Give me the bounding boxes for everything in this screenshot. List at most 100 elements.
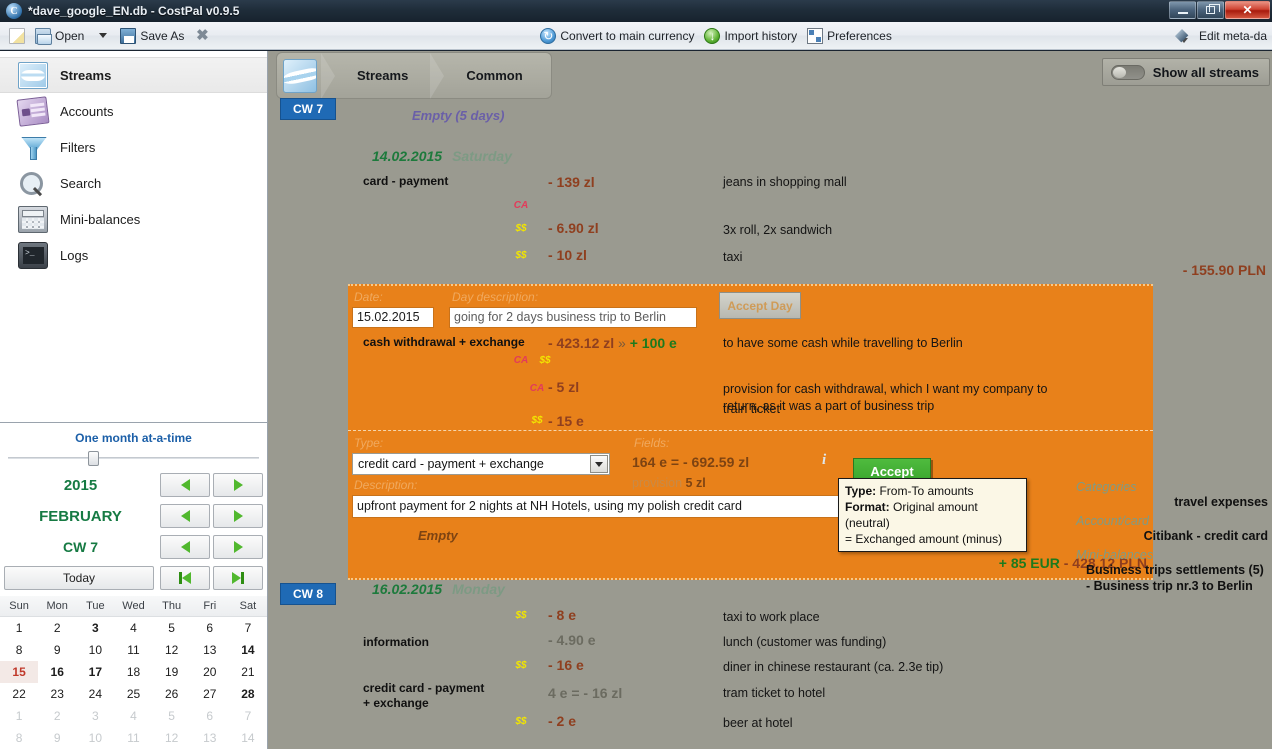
type-select[interactable]: credit card - payment + exchange [352,453,610,475]
sidebar-item-filters[interactable]: Filters [0,129,267,165]
calendar-day-cell[interactable]: 23 [38,683,76,705]
calendar-day-cell[interactable]: 27 [191,683,229,705]
calendar-day-cell: 3 [92,709,99,723]
calendar-day-cell[interactable]: 7 [229,617,267,639]
calendar-day-cell[interactable]: 14 [229,639,267,661]
day-edit-panel: Date: 15.02.2015 Day description: going … [348,284,1153,580]
date-input[interactable]: 15.02.2015 [352,307,434,328]
year-next-button[interactable] [213,473,263,497]
edit-metadata-label: Edit meta-da [1198,28,1267,43]
week-prev-button[interactable] [160,535,210,559]
accept-day-button[interactable]: Accept Day [719,292,801,319]
calendar-day-cell[interactable]: 20 [191,661,229,683]
granularity-slider[interactable] [8,451,259,466]
table-row[interactable]: $$ - 6.90 zl 3x roll, 2x sandwich [268,220,1272,247]
table-row[interactable]: CA $$ [348,355,1153,379]
sidebar-item-search[interactable]: Search [0,165,267,201]
maximize-button[interactable] [1197,1,1224,19]
show-all-streams-toggle[interactable]: Show all streams [1101,58,1270,86]
table-row[interactable]: cash withdrawal + exchange - 423.12 zl »… [348,335,1153,357]
calendar-day-cell[interactable]: 17 [76,661,114,683]
open-button[interactable]: Open [30,24,89,48]
convert-currency-button[interactable]: Convert to main currency [535,24,699,48]
info-icon[interactable]: i [822,452,826,469]
today-button[interactable]: Today [4,566,154,590]
description-input[interactable]: upfront payment for 2 nights at NH Hotel… [352,495,844,518]
app-icon: C [6,3,22,19]
calendar-day-cell: 13 [203,731,217,745]
jump-first-button[interactable] [160,566,210,590]
calendar-day-cell[interactable]: 16 [38,661,76,683]
calendar-day-cell[interactable]: 19 [153,661,191,683]
year-value: 2015 [63,476,98,494]
sidebar-item-logs[interactable]: Logs [0,237,267,273]
month-prev-button[interactable] [160,504,210,528]
table-row[interactable]: card - payment - 139 zl jeans in shoppin… [268,174,1272,204]
table-row[interactable]: credit card - payment + exchange 4 e = -… [268,681,1272,713]
day-description-input[interactable]: going for 2 days business trip to Berlin [449,307,697,328]
calendar-day-cell[interactable]: 3 [76,617,114,639]
calendar-day-cell[interactable]: 1 [0,617,38,639]
table-row[interactable]: CA [268,200,1272,220]
calendar-day-cell[interactable]: 4 [114,617,152,639]
week-badge-cw7[interactable]: CW 7 [280,98,336,120]
account-card-value[interactable]: Citibank - credit card [1072,528,1272,544]
calendar-day-cell[interactable]: 24 [76,683,114,705]
calendar-day-cell[interactable]: 9 [38,639,76,661]
table-row[interactable]: $$ - 10 zl taxi [268,247,1272,274]
table-row[interactable]: $$ - 2 e beer at hotel [268,713,1272,737]
calendar-day-cell[interactable]: 15 [0,661,39,683]
calendar-day-cell[interactable]: 8 [0,639,38,661]
close-button[interactable]: ✕ [1225,1,1270,19]
open-dropdown-button[interactable] [89,24,115,48]
calendar-day-cell[interactable]: 13 [191,639,229,661]
chevron-down-icon[interactable] [590,455,608,473]
save-as-button[interactable]: Save As [115,24,189,48]
weekday-tue: Tue [76,596,115,617]
table-row[interactable]: $$ - 16 e diner in chinese restaurant (c… [268,657,1272,681]
arrow-left-icon [180,479,190,491]
calendar-day-cell[interactable]: 2 [38,617,76,639]
edit-metadata-button[interactable]: Edit meta-da [1174,24,1272,48]
jump-last-button[interactable] [213,566,263,590]
calendar-day-cell[interactable]: 5 [153,617,191,639]
import-history-button[interactable]: Import history [699,24,802,48]
table-row[interactable]: information - 4.90 e lunch (customer was… [268,632,1272,657]
calendar-day-cell[interactable]: 11 [114,639,152,661]
week-stepper-row: CW 7 [4,533,263,561]
calendar-day-cell[interactable]: 10 [76,639,114,661]
week-badge-cw8[interactable]: CW 8 [280,583,336,605]
new-file-button[interactable] [4,24,30,48]
calendar-day-cell[interactable]: 18 [114,661,152,683]
calendar-day-cell[interactable]: 6 [191,617,229,639]
calendar-day-cell[interactable]: 26 [153,683,191,705]
fields-label: Fields: [634,436,670,450]
month-next-button[interactable] [213,504,263,528]
breadcrumb-item-streams[interactable]: Streams [335,68,430,83]
toggle-switch[interactable] [1110,64,1145,80]
slider-thumb[interactable] [88,451,99,466]
sidebar-item-mini-balances[interactable]: Mini-balances [0,201,267,237]
arrow-right-icon [233,541,243,553]
table-row[interactable]: $$ - 8 e taxi to work place [268,607,1272,632]
panel-divider [348,430,1153,431]
calendar-day-cell: 14 [241,731,255,745]
preferences-button[interactable]: Preferences [802,24,897,48]
categories-value[interactable]: travel expenses [1072,494,1272,510]
calendar-day-cell[interactable]: 12 [153,639,191,661]
calendar-day-cell: 1 [15,709,23,723]
mini-balances-value[interactable]: Business trips settlements (5) - Busines… [1072,562,1272,594]
sidebar-item-accounts[interactable]: Accounts [0,93,267,129]
minimize-button[interactable] [1169,1,1196,19]
week-next-button[interactable] [213,535,263,559]
calendar-day-cell[interactable]: 28 [229,683,267,705]
close-db-button[interactable]: ✖ [189,24,215,48]
breadcrumb-item-common[interactable]: Common [444,68,544,83]
table-row[interactable]: $$ - 15 e train ticket [348,402,1153,437]
calendar-day-cell[interactable]: 25 [114,683,152,705]
account-card-label: Account/card [1076,514,1149,528]
calendar-day-cell[interactable]: 21 [229,661,267,683]
calendar-day-cell[interactable]: 22 [0,683,38,705]
sidebar-item-streams[interactable]: Streams [0,57,267,93]
year-prev-button[interactable] [160,473,210,497]
